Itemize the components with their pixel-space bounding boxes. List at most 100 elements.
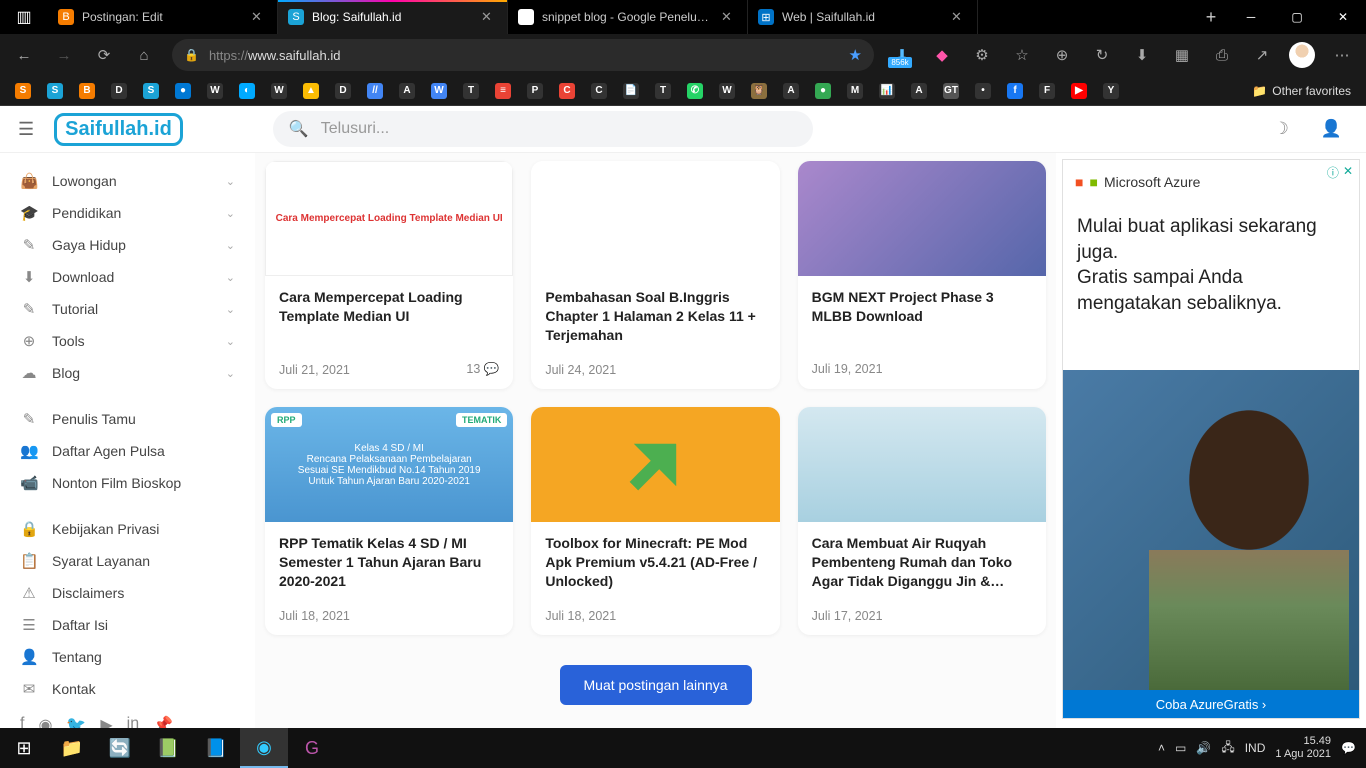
bookmark-item[interactable]: S bbox=[40, 78, 70, 104]
taskbar-explorer[interactable]: 📁 bbox=[48, 728, 96, 768]
sidebar-item[interactable]: 👜Lowongan⌄ bbox=[8, 165, 247, 197]
sidebar-item[interactable]: 📹Nonton Film Bioskop bbox=[8, 467, 247, 499]
sidebar-item[interactable]: 🔒Kebijakan Privasi bbox=[8, 513, 247, 545]
social-icon[interactable]: 🐦 bbox=[66, 715, 86, 728]
share-button[interactable]: ↗ bbox=[1244, 37, 1280, 73]
social-icon[interactable]: ◉ bbox=[38, 715, 52, 728]
bookmark-item[interactable]: A bbox=[392, 78, 422, 104]
apps-button[interactable]: ▦ bbox=[1164, 37, 1200, 73]
browser-tab[interactable]: ⊞Web | Saifullah.id✕ bbox=[748, 0, 978, 34]
taskbar-app-2[interactable]: 📗 bbox=[144, 728, 192, 768]
tab-close-icon[interactable]: ✕ bbox=[481, 9, 497, 25]
browser-tab[interactable]: BPostingan: Edit✕ bbox=[48, 0, 278, 34]
post-card[interactable]: Cara Mempercepat Loading Template Median… bbox=[265, 161, 513, 389]
bookmark-item[interactable]: W bbox=[200, 78, 230, 104]
taskbar-app-4[interactable]: G bbox=[288, 728, 336, 768]
bookmark-item[interactable]: 📊 bbox=[872, 78, 902, 104]
bookmark-item[interactable]: // bbox=[360, 78, 390, 104]
bookmark-item[interactable]: M bbox=[840, 78, 870, 104]
tray-battery-icon[interactable]: ▭ bbox=[1175, 741, 1186, 755]
profile-avatar[interactable] bbox=[1284, 37, 1320, 73]
history-button[interactable]: ↻ bbox=[1084, 37, 1120, 73]
sidebar-item[interactable]: ☰Daftar Isi bbox=[8, 609, 247, 641]
ext-color-icon[interactable]: ◆ bbox=[924, 37, 960, 73]
taskbar-app-1[interactable]: 🔄 bbox=[96, 728, 144, 768]
social-icon[interactable]: 📌 bbox=[153, 715, 173, 728]
new-tab-button[interactable]: + bbox=[1194, 7, 1228, 28]
bookmark-item[interactable]: f bbox=[1000, 78, 1030, 104]
collections-button[interactable]: ⊕ bbox=[1044, 37, 1080, 73]
ad-cta-button[interactable]: Coba AzureGratis › bbox=[1063, 690, 1359, 718]
favorites-button[interactable]: ☆ bbox=[1004, 37, 1040, 73]
tab-close-icon[interactable]: ✕ bbox=[721, 9, 737, 25]
sidebar-item[interactable]: 👤Tentang bbox=[8, 641, 247, 673]
other-favorites[interactable]: 📁Other favorites bbox=[1245, 78, 1358, 104]
tab-close-icon[interactable]: ✕ bbox=[951, 9, 967, 25]
ad-info-icons[interactable]: ⓘ✕ bbox=[1327, 164, 1353, 181]
user-icon[interactable]: 👤 bbox=[1315, 119, 1348, 139]
bookmark-item[interactable]: A bbox=[904, 78, 934, 104]
bookmark-item[interactable]: ● bbox=[168, 78, 198, 104]
bookmark-item[interactable]: ✆ bbox=[680, 78, 710, 104]
sidebar-item[interactable]: ✎Tutorial⌄ bbox=[8, 293, 247, 325]
ad-unit[interactable]: ⓘ✕ ■■ Microsoft Azure Mulai buat aplikas… bbox=[1062, 159, 1360, 719]
bookmark-item[interactable]: • bbox=[968, 78, 998, 104]
load-more-button[interactable]: Muat postingan lainnya bbox=[560, 665, 752, 705]
tray-volume-icon[interactable]: 🔊 bbox=[1196, 741, 1211, 755]
sidebar-item[interactable]: 📋Syarat Layanan bbox=[8, 545, 247, 577]
reload-button[interactable]: ⟳ bbox=[86, 37, 122, 73]
bookmark-item[interactable]: T bbox=[456, 78, 486, 104]
bookmark-item[interactable]: ▶ bbox=[1064, 78, 1094, 104]
sidebar-item[interactable]: 👥Daftar Agen Pulsa bbox=[8, 435, 247, 467]
close-window-button[interactable]: ✕ bbox=[1320, 0, 1366, 34]
back-button[interactable]: ← bbox=[6, 37, 42, 73]
post-card[interactable]: BGM NEXT Project Phase 3 MLBB DownloadJu… bbox=[798, 161, 1046, 389]
tray-clock[interactable]: 15.491 Agu 2021 bbox=[1275, 735, 1331, 761]
bookmark-item[interactable]: D bbox=[104, 78, 134, 104]
ext-settings-icon[interactable]: ⚙ bbox=[964, 37, 1000, 73]
bookmark-item[interactable]: B bbox=[72, 78, 102, 104]
sidebar-item[interactable]: ⚠Disclaimers bbox=[8, 577, 247, 609]
bookmark-item[interactable]: 📄 bbox=[616, 78, 646, 104]
sidebar-item[interactable]: ⬇Download⌄ bbox=[8, 261, 247, 293]
taskbar-app-3[interactable]: 📘 bbox=[192, 728, 240, 768]
bookmark-item[interactable]: ≡ bbox=[488, 78, 518, 104]
bookmark-item[interactable]: C bbox=[584, 78, 614, 104]
post-card[interactable]: Cara Membuat Air Ruqyah Pembenteng Rumah… bbox=[798, 407, 1046, 635]
tray-language[interactable]: IND bbox=[1245, 741, 1266, 755]
sidebar-item[interactable]: ☁Blog⌄ bbox=[8, 357, 247, 389]
bookmark-item[interactable]: W bbox=[264, 78, 294, 104]
tab-close-icon[interactable]: ✕ bbox=[251, 9, 267, 25]
minimize-button[interactable]: ─ bbox=[1228, 0, 1274, 34]
sidebar-item[interactable]: ✎Penulis Tamu bbox=[8, 403, 247, 435]
bookmark-item[interactable]: P bbox=[520, 78, 550, 104]
sidebar-item[interactable]: ✎Gaya Hidup⌄ bbox=[8, 229, 247, 261]
social-icon[interactable]: ▶ bbox=[100, 715, 112, 728]
bookmark-item[interactable]: S bbox=[136, 78, 166, 104]
tray-notifications-icon[interactable]: 💬 bbox=[1341, 741, 1356, 755]
dark-mode-icon[interactable]: ☽ bbox=[1268, 119, 1295, 139]
maximize-button[interactable]: ▢ bbox=[1274, 0, 1320, 34]
browser-tab[interactable]: SBlog: Saifullah.id✕ bbox=[278, 0, 508, 34]
bookmark-item[interactable]: Y bbox=[1096, 78, 1126, 104]
bookmark-item[interactable]: S bbox=[8, 78, 38, 104]
social-icon[interactable]: in bbox=[127, 715, 139, 728]
sidebar-item[interactable]: ✉Kontak bbox=[8, 673, 247, 705]
post-card[interactable]: Toolbox for Minecraft: PE Mod Apk Premiu… bbox=[531, 407, 779, 635]
bookmark-item[interactable]: ● bbox=[808, 78, 838, 104]
bookmark-item[interactable]: 🦉 bbox=[744, 78, 774, 104]
site-logo[interactable]: Saifullah.id bbox=[54, 113, 183, 146]
bookmark-item[interactable]: ▲ bbox=[296, 78, 326, 104]
forward-button[interactable]: → bbox=[46, 37, 82, 73]
bookmark-item[interactable]: D bbox=[328, 78, 358, 104]
post-card[interactable]: Pembahasan Soal B.Inggris Chapter 1 Hala… bbox=[531, 161, 779, 389]
sidebar-item[interactable]: ⊕Tools⌄ bbox=[8, 325, 247, 357]
bookmark-item[interactable]: W bbox=[712, 78, 742, 104]
bookmark-item[interactable]: F bbox=[1032, 78, 1062, 104]
bookmark-item[interactable]: W bbox=[424, 78, 454, 104]
start-button[interactable]: ⊞ bbox=[0, 728, 48, 768]
bookmark-star-icon[interactable]: ★ bbox=[849, 46, 862, 64]
bookmark-item[interactable]: A bbox=[776, 78, 806, 104]
post-card[interactable]: RPPTEMATIKKelas 4 SD / MIRencana Pelaksa… bbox=[265, 407, 513, 635]
downloads-button[interactable]: ⬇ bbox=[1124, 37, 1160, 73]
